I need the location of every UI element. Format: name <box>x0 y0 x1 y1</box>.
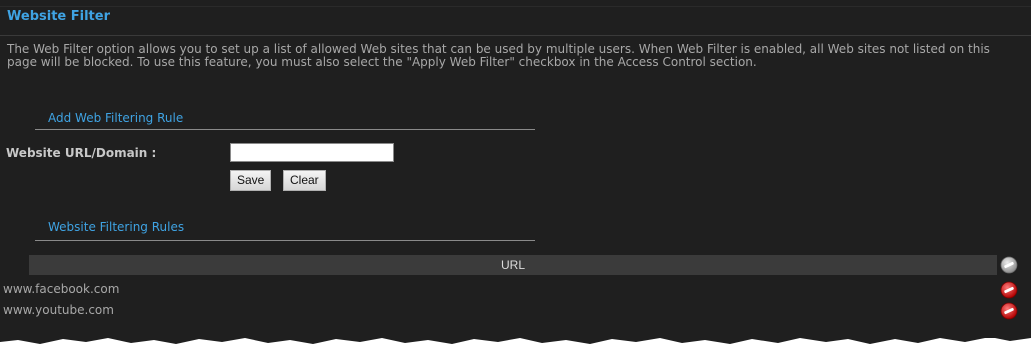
disabled-delete-icon <box>1000 256 1018 274</box>
title-bar <box>0 6 1031 36</box>
add-rule-divider <box>35 129 535 130</box>
delete-icon[interactable] <box>1000 302 1018 320</box>
rules-divider <box>35 240 535 241</box>
page-title: Website Filter <box>7 9 110 24</box>
url-input[interactable] <box>230 143 394 162</box>
torn-paper-edge <box>0 332 1031 344</box>
add-rule-heading: Add Web Filtering Rule <box>48 111 184 125</box>
rule-url: www.youtube.com <box>3 303 114 317</box>
rule-url: www.facebook.com <box>3 282 120 296</box>
save-button[interactable]: Save <box>230 170 272 191</box>
website-filter-panel: Website Filter The Web Filter option all… <box>0 0 1031 338</box>
page-description: The Web Filter option allows you to set … <box>7 42 990 69</box>
clear-button[interactable]: Clear <box>283 170 326 191</box>
rules-heading: Website Filtering Rules <box>48 220 185 234</box>
url-column-header: URL <box>500 258 525 272</box>
url-field-label: Website URL/Domain : <box>6 146 157 160</box>
rules-table-header: URL <box>29 255 997 275</box>
delete-icon[interactable] <box>1000 281 1018 299</box>
